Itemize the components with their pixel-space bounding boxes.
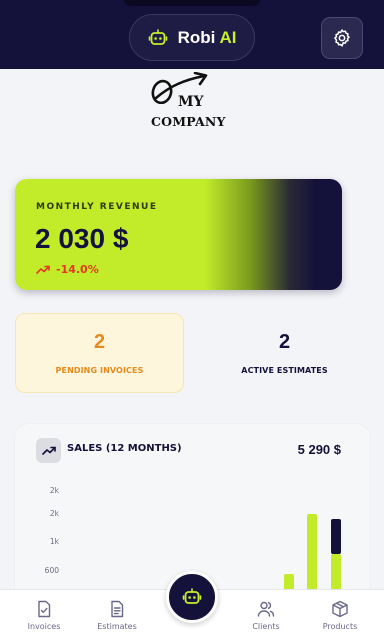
- brand-name-accent: AI: [219, 27, 237, 47]
- active-estimates-card[interactable]: 2 ACTIVE ESTIMATES: [199, 313, 370, 393]
- nav-label-estimates: Estimates: [97, 622, 137, 631]
- brand-name-prefix: Robi: [177, 27, 216, 47]
- monthly-revenue-card[interactable]: MONTHLY REVENUE 2 030 $ -14.0%: [15, 179, 342, 290]
- company-logo: MY COMPANY: [148, 72, 240, 132]
- pending-invoices-count: 2: [93, 331, 106, 353]
- nav-label-invoices: Invoices: [27, 622, 61, 631]
- revenue-change: -14.0%: [36, 263, 99, 276]
- ai-assistant-button[interactable]: [166, 571, 218, 623]
- sales-bar-segment[interactable]: [331, 519, 341, 554]
- active-estimates-count: 2: [278, 331, 291, 353]
- revenue-value: 2 030 $: [35, 223, 129, 254]
- nav-item-clients[interactable]: Clients: [231, 590, 301, 639]
- pending-invoices-card[interactable]: 2 PENDING INVOICES: [15, 313, 184, 393]
- y-axis-tick-label: 2k: [50, 509, 60, 518]
- app-header: Robi AI: [0, 0, 384, 69]
- brand-pill-button[interactable]: Robi AI: [129, 14, 255, 61]
- gear-icon: [334, 29, 350, 47]
- y-axis-tick-label: 2k: [50, 486, 60, 495]
- revenue-label: MONTHLY REVENUE: [36, 202, 158, 212]
- logo-text-line1: MY: [178, 94, 204, 110]
- nav-label-clients: Clients: [252, 622, 280, 631]
- settings-button[interactable]: [321, 17, 363, 59]
- y-axis-tick-label: 1k: [50, 537, 60, 546]
- pending-invoices-label: PENDING INVOICES: [55, 366, 144, 375]
- users-icon: [257, 601, 275, 617]
- document-icon: [111, 600, 124, 618]
- revenue-change-value: -14.0%: [56, 263, 99, 276]
- y-axis-tick-label: 600: [45, 566, 60, 575]
- nav-item-invoices[interactable]: Invoices: [9, 590, 79, 639]
- logo-text-line2: COMPANY: [151, 114, 226, 129]
- nav-label-products: Products: [322, 622, 358, 631]
- box-icon: [332, 600, 348, 618]
- brand-name: Robi AI: [178, 28, 237, 48]
- active-estimates-label: ACTIVE ESTIMATES: [241, 366, 328, 375]
- status-notch: [124, 0, 260, 6]
- robot-icon: [182, 588, 202, 604]
- nav-item-estimates[interactable]: Estimates: [82, 590, 152, 639]
- robot-icon: [148, 28, 167, 45]
- trending-up-icon: [36, 265, 50, 274]
- invoice-icon: [38, 600, 51, 618]
- nav-item-products[interactable]: Products: [305, 590, 375, 639]
